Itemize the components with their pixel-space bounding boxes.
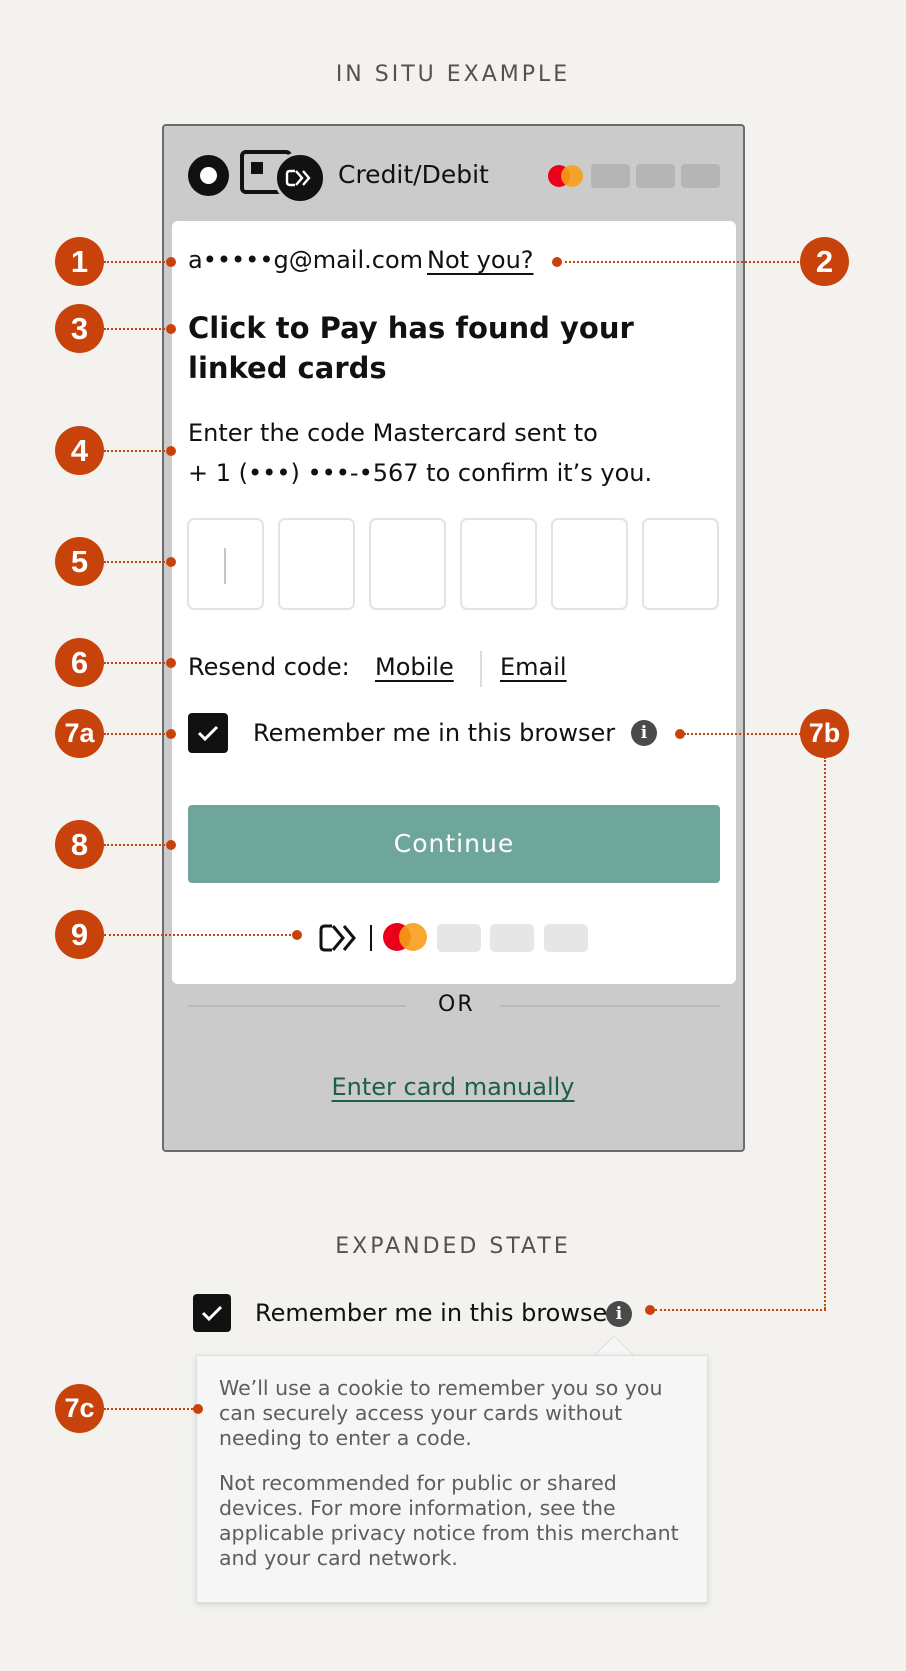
remember-me-checkbox[interactable]	[188, 713, 228, 753]
annotation-dot-1	[166, 257, 176, 267]
card-network-placeholder-icon	[490, 924, 534, 952]
annotation-line-8	[104, 844, 169, 846]
card-network-placeholder-icon	[681, 164, 720, 188]
otp-digit-input-5[interactable]	[551, 518, 628, 610]
otp-instructions-line1: Enter the code Mastercard sent to	[188, 419, 598, 447]
annotation-line-7b-bottom	[655, 1309, 826, 1311]
annotation-dot-5	[166, 557, 176, 567]
annotation-line-2	[560, 261, 803, 263]
or-label: OR	[438, 992, 475, 1017]
annotation-dot-7b-expanded	[645, 1305, 655, 1315]
enter-card-manually-link[interactable]: Enter card manually	[0, 1073, 906, 1101]
continue-button[interactable]: Continue	[188, 805, 720, 883]
annotation-marker-6: 6	[55, 638, 104, 687]
annotation-line-5	[104, 561, 169, 563]
annotation-marker-5: 5	[55, 537, 104, 586]
resend-code-label: Resend code:	[188, 653, 350, 681]
otp-digit-input-6[interactable]	[642, 518, 719, 610]
otp-instructions-line2: + 1 (•••) •••-•567 to confirm it’s you.	[188, 459, 653, 487]
annotation-marker-1: 1	[55, 237, 104, 286]
annotation-marker-7c: 7c	[55, 1384, 104, 1433]
checkmark-icon	[201, 1305, 223, 1322]
annotation-line-9	[104, 934, 299, 936]
payment-method-label: Credit/Debit	[338, 160, 489, 189]
selected-radio[interactable]	[188, 155, 229, 196]
annotation-dot-7c	[193, 1404, 203, 1414]
info-icon-expanded[interactable]: i	[606, 1301, 632, 1327]
annotation-line-1	[104, 261, 169, 263]
annotation-line-3	[104, 328, 169, 330]
card-network-placeholder-icon	[591, 164, 630, 188]
annotation-line-4	[104, 450, 169, 452]
mastercard-logo-icon	[548, 165, 583, 187]
tooltip-paragraph-1: We’ll use a cookie to remember you so yo…	[219, 1376, 663, 1450]
click-to-pay-logo-icon	[319, 924, 356, 952]
annotation-marker-2: 2	[800, 237, 849, 286]
annotation-dot-8	[166, 840, 176, 850]
or-divider-right	[500, 1005, 720, 1007]
annotation-dot-6	[166, 658, 176, 668]
tooltip-paragraph-2: Not recommended for public or shared dev…	[219, 1471, 679, 1570]
annotation-marker-7a: 7a	[55, 709, 104, 758]
click-to-pay-icon	[274, 152, 326, 204]
annotation-line-7a	[104, 733, 169, 735]
otp-digit-input-2[interactable]	[278, 518, 355, 610]
annotation-line-6	[104, 662, 169, 664]
remember-me-label-expanded: Remember me in this browser	[255, 1299, 618, 1327]
remember-me-checkbox-expanded[interactable]	[193, 1294, 231, 1332]
otp-digit-input-3[interactable]	[369, 518, 446, 610]
annotation-marker-3: 3	[55, 304, 104, 353]
section-title-expanded: EXPANDED STATE	[335, 1234, 571, 1259]
annotation-marker-9: 9	[55, 910, 104, 959]
annotation-dot-7b	[675, 729, 685, 739]
annotation-dot-9	[292, 930, 302, 940]
remember-me-tooltip: We’ll use a cookie to remember you so yo…	[196, 1355, 708, 1603]
annotation-dot-3	[166, 324, 176, 334]
annotation-marker-7b: 7b	[800, 709, 849, 758]
logo-divider	[370, 925, 372, 951]
annotation-line-7c	[104, 1408, 196, 1410]
resend-email-link[interactable]: Email	[500, 653, 567, 681]
otp-instructions: Enter the code Mastercard sent to + 1 (•…	[188, 413, 728, 493]
annotation-marker-8: 8	[55, 820, 104, 869]
not-you-link[interactable]: Not you?	[427, 246, 534, 274]
resend-divider	[480, 651, 482, 687]
card-network-placeholder-icon	[437, 924, 481, 952]
or-divider-left	[188, 1005, 406, 1007]
annotation-dot-7a	[166, 729, 176, 739]
annotation-dot-2	[552, 257, 562, 267]
masked-email: a•••••g@mail.com	[188, 246, 424, 274]
section-title-in-situ: IN SITU EXAMPLE	[335, 62, 571, 87]
resend-mobile-link[interactable]: Mobile	[375, 653, 454, 681]
text-caret	[224, 548, 226, 584]
otp-digit-input-4[interactable]	[460, 518, 537, 610]
annotation-line-7b-vertical	[824, 757, 826, 1309]
card-network-placeholder-icon	[636, 164, 675, 188]
annotation-marker-4: 4	[55, 426, 104, 475]
annotation-dot-4	[166, 446, 176, 456]
remember-me-label: Remember me in this browser	[253, 719, 616, 747]
info-icon[interactable]: i	[631, 720, 657, 746]
checkmark-icon	[197, 725, 219, 742]
annotation-line-7b	[684, 733, 804, 735]
card-network-placeholder-icon	[544, 924, 588, 952]
page-heading: Click to Pay has found your linked cards	[188, 311, 634, 385]
mastercard-logo-icon	[383, 923, 427, 951]
